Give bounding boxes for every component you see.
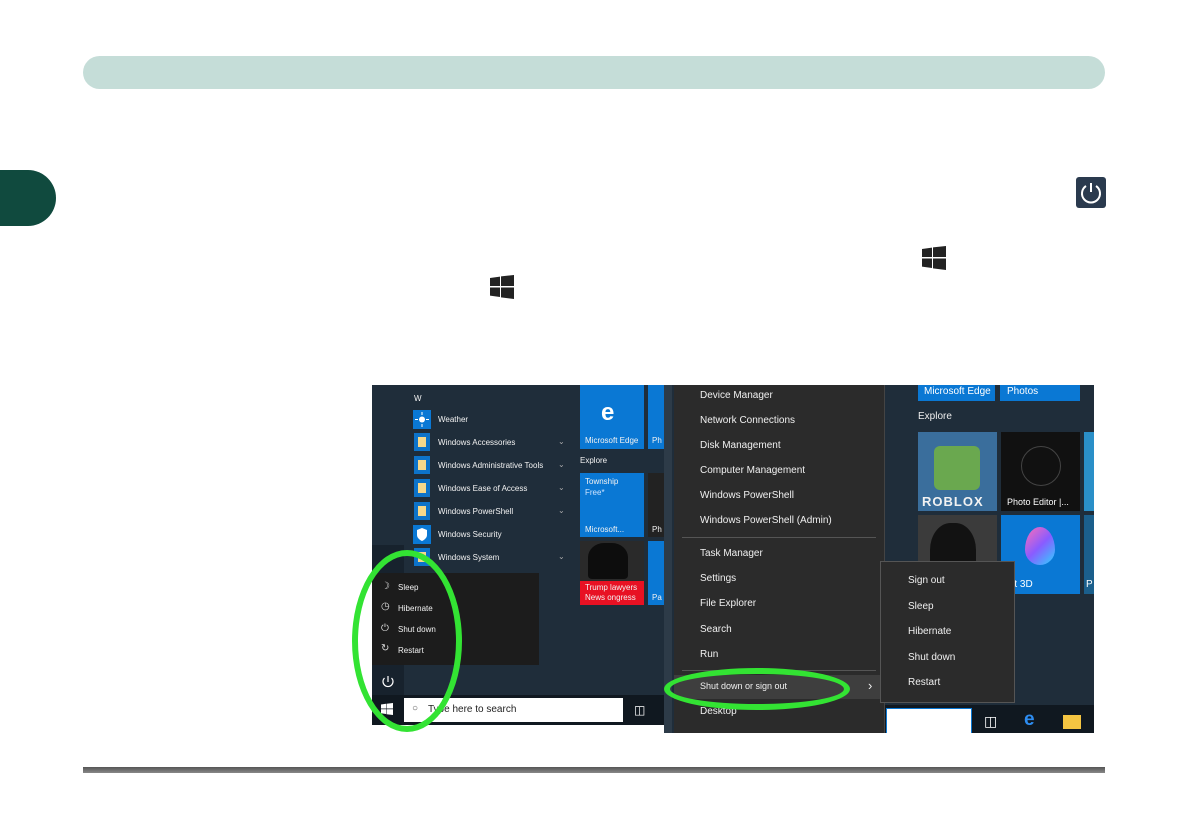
- page-header-bar: [83, 56, 1105, 89]
- ring-graphic: [1021, 446, 1061, 486]
- chevron-down-icon[interactable]: ⌄: [558, 552, 565, 561]
- tile-paint[interactable]: Pa: [648, 541, 664, 605]
- tile-label: Ph: [652, 436, 662, 445]
- news-photo: [588, 543, 628, 579]
- shutdown-submenu: Sign out Sleep Hibernate Shut down Resta…: [880, 561, 1015, 703]
- tile-edge[interactable]: e Microsoft Edge: [580, 385, 644, 449]
- edge-icon[interactable]: e: [1024, 709, 1035, 731]
- app-item-label[interactable]: Windows Ease of Access: [438, 484, 527, 493]
- section-explore: Explore: [918, 411, 952, 422]
- tile-photos[interactable]: Ph: [648, 385, 664, 449]
- tile-label: Township: [585, 477, 619, 486]
- tile-label: Pa: [652, 593, 662, 602]
- tile-label: Photo Editor |...: [1007, 497, 1069, 507]
- menu-divider: [682, 537, 876, 538]
- tile-partial[interactable]: Ph: [648, 473, 664, 537]
- menu-item[interactable]: Settings: [700, 573, 736, 584]
- menu-item[interactable]: Computer Management: [700, 465, 805, 476]
- submenu-item[interactable]: Hibernate: [908, 626, 951, 637]
- app-item-label[interactable]: Windows System: [438, 553, 499, 562]
- shield-icon: [413, 525, 431, 544]
- footer-rule: [83, 767, 1105, 773]
- app-item-label[interactable]: Windows PowerShell: [438, 507, 513, 516]
- submenu-item[interactable]: Sign out: [908, 575, 945, 586]
- power-icon: [1076, 177, 1106, 208]
- edge-icon: e: [601, 399, 615, 426]
- tile-label: P: [1086, 579, 1093, 590]
- chevron-down-icon[interactable]: ⌄: [558, 437, 565, 446]
- tile-photos[interactable]: Photos: [1000, 385, 1080, 401]
- tile-label: Microsoft Edge: [924, 386, 991, 397]
- section-explore: Explore: [580, 456, 608, 465]
- app-item-label[interactable]: Windows Accessories: [438, 438, 515, 447]
- search-box[interactable]: [886, 708, 972, 733]
- app-item-label[interactable]: Windows Security: [438, 530, 502, 539]
- menu-item[interactable]: Network Connections: [700, 415, 795, 426]
- tile-price: Free*: [585, 488, 605, 497]
- menu-item[interactable]: Task Manager: [700, 548, 763, 559]
- tile-label: Trump lawyers: [585, 583, 638, 592]
- tile-label: Microsoft Edge: [585, 436, 639, 445]
- highlight-ring-shutdown: [664, 668, 850, 710]
- paint3d-icon: [1025, 527, 1055, 565]
- submenu-item[interactable]: Sleep: [908, 601, 934, 612]
- folder-icon: [414, 479, 430, 497]
- tile-edge[interactable]: Microsoft Edge: [918, 385, 995, 401]
- menu-item[interactable]: Search: [700, 624, 732, 635]
- tile-partial[interactable]: [1084, 432, 1094, 511]
- chevron-down-icon[interactable]: ⌄: [558, 483, 565, 492]
- menu-item[interactable]: Windows PowerShell (Admin): [700, 515, 832, 526]
- app-item-label[interactable]: Windows Administrative Tools: [438, 461, 543, 470]
- tile-photo-editor[interactable]: Photo Editor |...: [1001, 432, 1080, 511]
- game-art: [934, 446, 980, 490]
- windows-logo-icon: [922, 246, 946, 270]
- app-item-label[interactable]: Weather: [438, 415, 468, 424]
- task-view-icon[interactable]: ◫: [634, 703, 645, 717]
- tile-roblox[interactable]: ROBLOX: [918, 432, 997, 511]
- tile-partial[interactable]: P: [1084, 515, 1094, 594]
- section-letter: W: [414, 394, 422, 403]
- submenu-item[interactable]: Shut down: [908, 652, 955, 663]
- chevron-down-icon[interactable]: ⌄: [558, 460, 565, 469]
- submenu-item[interactable]: Restart: [908, 677, 940, 688]
- task-view-icon[interactable]: ◫: [984, 713, 997, 730]
- tile-label: Ph: [652, 525, 662, 534]
- menu-item[interactable]: Disk Management: [700, 440, 781, 451]
- weather-icon: [413, 410, 431, 429]
- highlight-ring-power-menu: [352, 550, 462, 732]
- menu-item[interactable]: Device Manager: [700, 390, 773, 401]
- chevron-down-icon[interactable]: ⌄: [558, 506, 565, 515]
- windows-logo-icon: [490, 275, 514, 299]
- menu-item[interactable]: File Explorer: [700, 598, 756, 609]
- menu-item[interactable]: Run: [700, 649, 718, 660]
- tile-township[interactable]: Township Free* Microsoft...: [580, 473, 644, 537]
- folder-icon: [414, 502, 430, 520]
- folder-icon[interactable]: [1063, 715, 1081, 729]
- tile-logo: ROBLOX: [922, 494, 984, 509]
- tile-label: News ongress: [585, 593, 636, 602]
- tile-label: Microsoft...: [585, 525, 625, 534]
- chevron-right-icon: ›: [868, 678, 873, 693]
- chapter-tab: [0, 170, 56, 226]
- tile-news[interactable]: Trump lawyers News ongress: [580, 541, 644, 605]
- folder-icon: [414, 433, 430, 451]
- tile-label: Photos: [1007, 386, 1039, 397]
- menu-item[interactable]: Windows PowerShell: [700, 490, 794, 501]
- folder-icon: [414, 456, 430, 474]
